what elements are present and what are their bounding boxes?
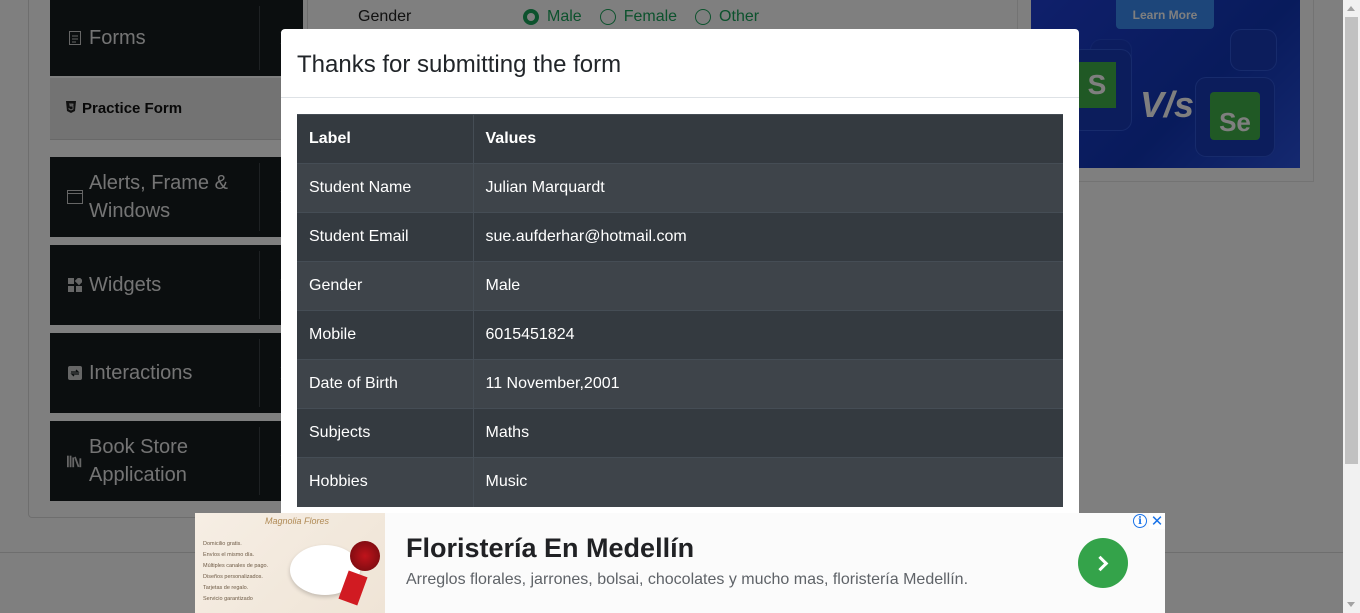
roses-image (350, 541, 380, 571)
row-label: Mobile (297, 310, 474, 360)
ad-close-icon[interactable]: ✕ (1149, 513, 1165, 530)
row-value: sue.aufderhar@hotmail.com (473, 212, 1063, 262)
ad-services-list: Domicilio gratis. Envíos el mismo día. M… (203, 539, 268, 605)
row-label: Date of Birth (297, 359, 474, 409)
bottom-ad-banner[interactable]: Magnolia Flores Domicilio gratis. Envíos… (195, 513, 1165, 613)
ad-title[interactable]: Floristería En Medellín (406, 533, 694, 564)
ad-service-item: Servicio garantizado (203, 596, 253, 602)
row-value: 11 November,2001 (473, 359, 1063, 409)
row-value: Male (473, 261, 1063, 311)
row-label: Student Name (297, 163, 474, 213)
ad-service-item: Diseños personalizados. (203, 574, 263, 580)
ad-service-item: Domicilio gratis. (203, 541, 242, 547)
ad-service-item: Tarjetas de regalo. (203, 585, 249, 591)
ad-image: Magnolia Flores Domicilio gratis. Envíos… (195, 513, 385, 613)
table-row: Mobile 6015451824 (297, 310, 1063, 360)
table-row: Gender Male (297, 261, 1063, 311)
ad-info-icon[interactable]: i (1133, 514, 1147, 528)
submission-modal: Thanks for submitting the form Label Val… (281, 29, 1079, 529)
table-header-row: Label Values (297, 114, 1063, 164)
row-label: Hobbies (297, 457, 474, 507)
modal-title: Thanks for submitting the form (297, 51, 622, 78)
row-value: 6015451824 (473, 310, 1063, 360)
ad-service-item: Envíos el mismo día. (203, 552, 255, 558)
table-row: Date of Birth 11 November,2001 (297, 359, 1063, 409)
header-values: Values (473, 114, 1063, 164)
chevron-right-icon (1092, 555, 1109, 571)
page-scrollbar[interactable] (1343, 0, 1360, 613)
table-row: Student Name Julian Marquardt (297, 163, 1063, 213)
row-value: Julian Marquardt (473, 163, 1063, 213)
header-label: Label (297, 114, 474, 164)
ad-brand-logo: Magnolia Flores (265, 516, 330, 526)
modal-body: Label Values Student Name Julian Marquar… (281, 98, 1079, 523)
ad-content[interactable]: Floristería En Medellín Arreglos florale… (385, 513, 1165, 613)
row-label: Subjects (297, 408, 474, 458)
modal-header: Thanks for submitting the form (281, 29, 1079, 98)
table-row: Subjects Maths (297, 408, 1063, 458)
scroll-up-icon[interactable] (1347, 6, 1355, 11)
row-label: Gender (297, 261, 474, 311)
ad-description: Arreglos florales, jarrones, bolsai, cho… (406, 571, 969, 588)
row-value: Maths (473, 408, 1063, 458)
ad-open-button[interactable] (1078, 538, 1128, 588)
table-row: Hobbies Music (297, 457, 1063, 507)
scrollbar-thumb[interactable] (1345, 17, 1358, 464)
result-table: Label Values Student Name Julian Marquar… (297, 114, 1063, 507)
table-row: Student Email sue.aufderhar@hotmail.com (297, 212, 1063, 262)
scroll-down-icon[interactable] (1347, 602, 1355, 607)
row-label: Student Email (297, 212, 474, 262)
ad-service-item: Múltiples canales de pago. (203, 563, 269, 569)
row-value: Music (473, 457, 1063, 507)
